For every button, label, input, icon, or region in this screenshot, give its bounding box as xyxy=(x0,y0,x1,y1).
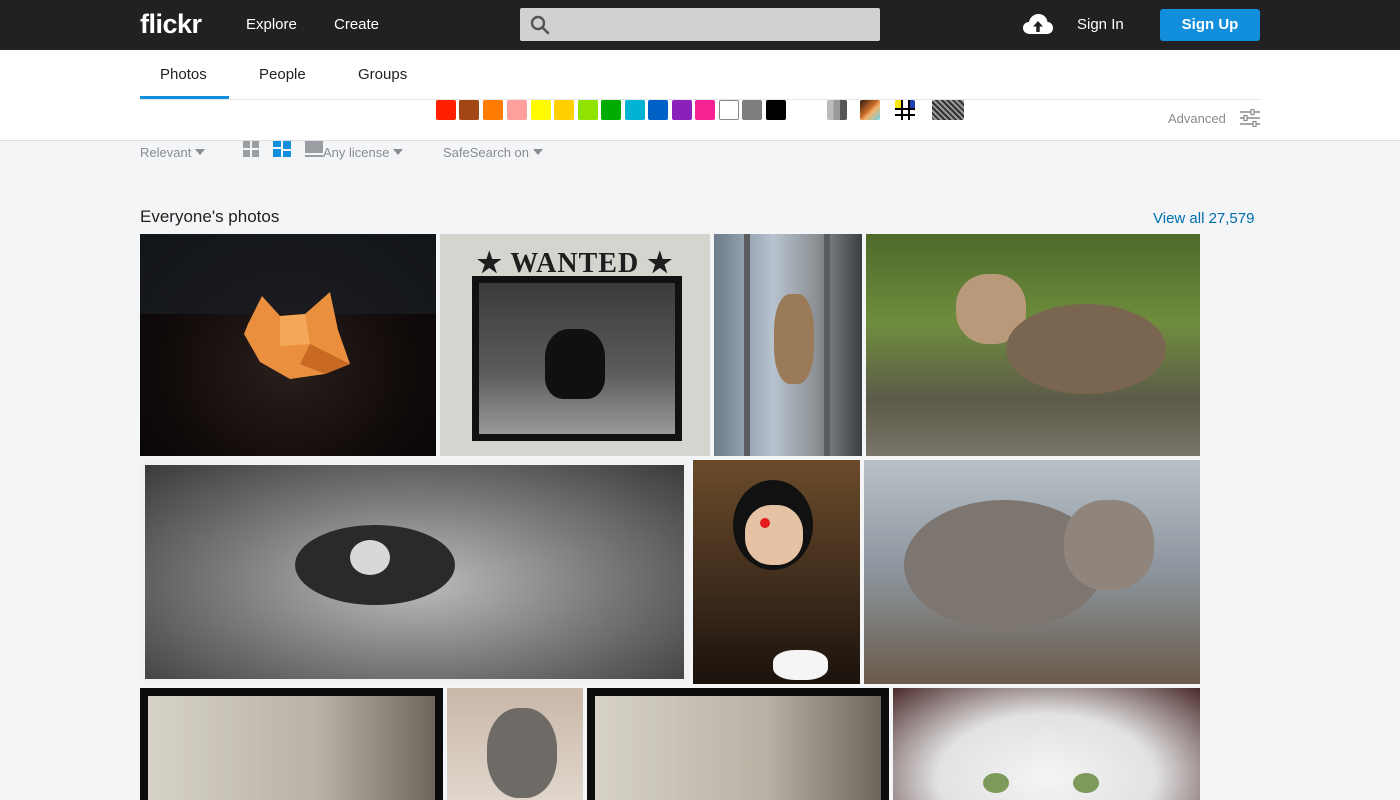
safesearch-label: SafeSearch on xyxy=(443,145,530,160)
style-black-and-white-icon[interactable] xyxy=(827,100,847,120)
swatch-green[interactable] xyxy=(601,100,621,120)
sort-dropdown[interactable]: Relevant xyxy=(140,145,206,160)
view-all-link[interactable]: View all 27,579 xyxy=(1153,210,1254,227)
swatch-cyan[interactable] xyxy=(625,100,645,120)
search-subheader: Photos People Groups Advanced xyxy=(0,50,1400,141)
section-title: Everyone's photos xyxy=(140,207,280,226)
search-icon[interactable] xyxy=(530,15,550,35)
photo-wanted-poster[interactable]: ★ WANTED ★ xyxy=(440,234,710,456)
nav-explore[interactable]: Explore xyxy=(246,16,297,33)
wanted-text-graphic: ★ WANTED ★ xyxy=(476,248,674,279)
photo-kitten-sitting[interactable] xyxy=(447,688,583,800)
photo-calico-cat-on-rock[interactable] xyxy=(866,234,1200,456)
photo-white-fluffy-cat[interactable] xyxy=(893,688,1200,800)
chevron-down-icon xyxy=(393,149,404,155)
license-dropdown[interactable]: Any license xyxy=(323,145,404,160)
active-tab-indicator xyxy=(140,96,229,99)
origami-cat-image xyxy=(140,234,436,379)
swatch-white[interactable] xyxy=(719,100,739,120)
nav-create[interactable]: Create xyxy=(334,16,379,33)
photo-tabby-cat-on-wall[interactable] xyxy=(864,460,1200,684)
sign-up-button[interactable]: Sign Up xyxy=(1160,9,1260,41)
sliders-icon[interactable] xyxy=(1240,109,1260,127)
safesearch-dropdown[interactable]: SafeSearch on xyxy=(443,145,544,160)
style-minimalist-icon[interactable] xyxy=(895,100,915,120)
swatch-magenta[interactable] xyxy=(695,100,715,120)
chevron-down-icon xyxy=(195,149,206,155)
photo-cat-behind-bars[interactable] xyxy=(714,234,862,456)
swatch-red[interactable] xyxy=(436,100,456,120)
tab-people[interactable]: People xyxy=(259,66,306,83)
style-shallow-dof-icon[interactable] xyxy=(860,100,880,120)
top-bar: flickr Explore Create Sign In Sign Up xyxy=(0,0,1400,50)
sign-in-link[interactable]: Sign In xyxy=(1077,16,1124,33)
photo-cat-on-sack[interactable] xyxy=(140,460,689,684)
search-input[interactable] xyxy=(520,8,880,41)
swatch-black[interactable] xyxy=(766,100,786,120)
advanced-search-link[interactable]: Advanced xyxy=(1168,111,1226,126)
style-patterns-icon[interactable] xyxy=(932,100,964,120)
photo-origami-cat[interactable] xyxy=(140,234,436,456)
swatch-yellow[interactable] xyxy=(531,100,551,120)
swatch-purple[interactable] xyxy=(672,100,692,120)
swatch-blue[interactable] xyxy=(648,100,668,120)
wanted-photo-frame xyxy=(472,276,682,441)
chevron-down-icon xyxy=(533,149,544,155)
upload-cloud-icon[interactable] xyxy=(1022,12,1054,38)
photo-alley-sepia-1[interactable] xyxy=(140,688,443,800)
license-label: Any license xyxy=(323,145,390,160)
swatch-pink[interactable] xyxy=(507,100,527,120)
tab-photos[interactable]: Photos xyxy=(160,66,207,83)
swatch-gray[interactable] xyxy=(742,100,762,120)
flickr-logo[interactable]: flickr xyxy=(140,9,202,40)
grid-view-icon[interactable] xyxy=(243,141,261,157)
swatch-lime[interactable] xyxy=(578,100,598,120)
tab-groups[interactable]: Groups xyxy=(358,66,407,83)
justified-view-icon[interactable] xyxy=(273,141,291,157)
photo-alley-sepia-2[interactable] xyxy=(587,688,889,800)
swatch-brown[interactable] xyxy=(459,100,479,120)
swatch-orange[interactable] xyxy=(483,100,503,120)
sort-label: Relevant xyxy=(140,145,192,160)
slideshow-view-icon[interactable] xyxy=(305,141,323,157)
swatch-gold[interactable] xyxy=(554,100,574,120)
photo-girl-with-red-nose[interactable] xyxy=(693,460,860,684)
